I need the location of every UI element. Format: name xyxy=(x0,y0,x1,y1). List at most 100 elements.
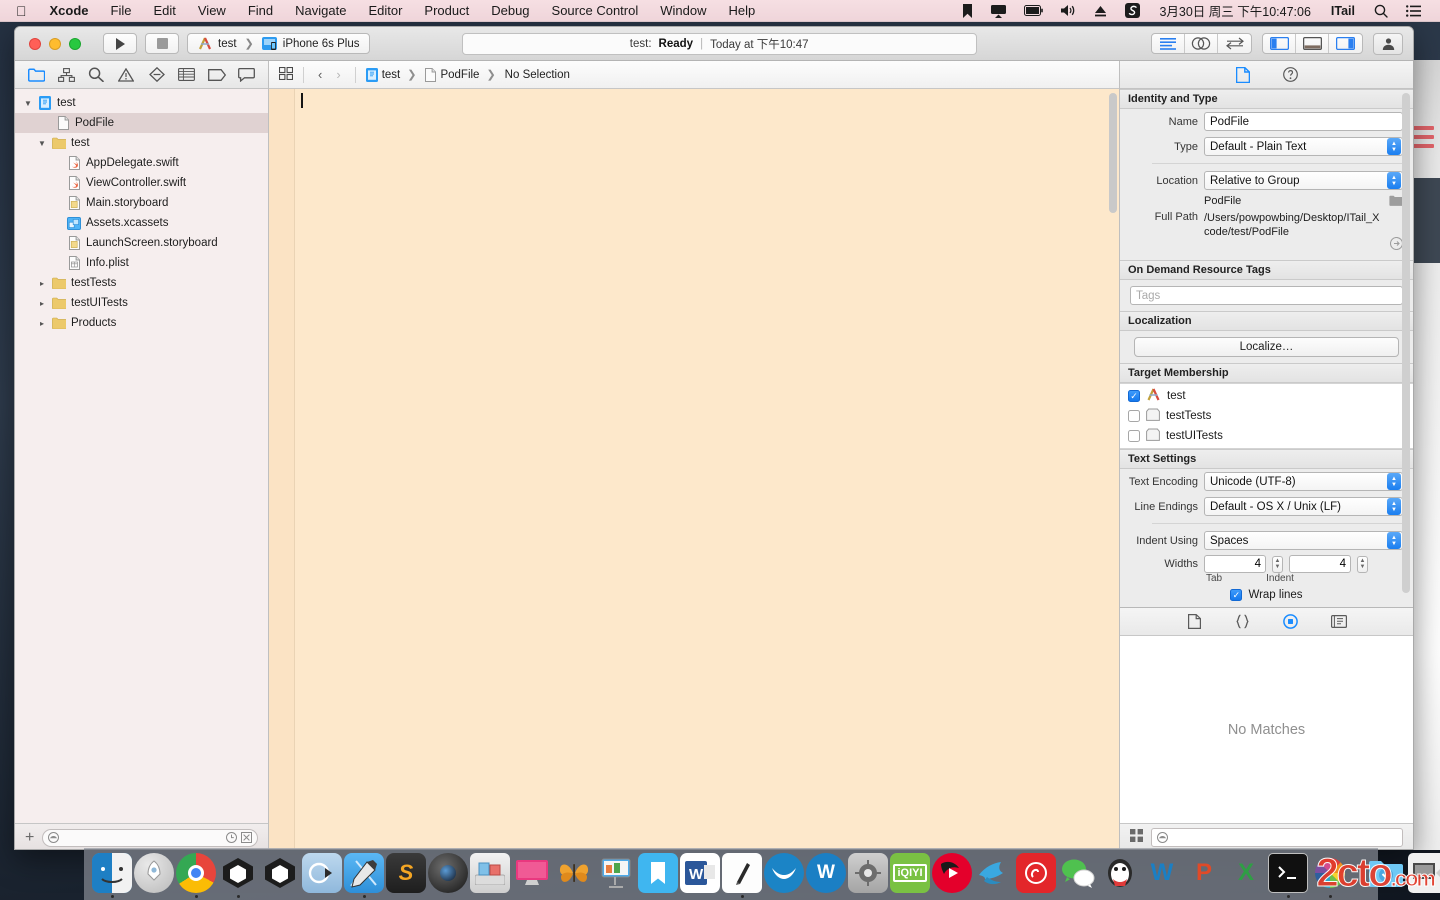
media-library-tab[interactable] xyxy=(1328,612,1350,632)
dock-item-monodevelop[interactable] xyxy=(302,852,342,898)
dock-item-launchpad[interactable] xyxy=(134,852,174,898)
field-wrap-lines[interactable]: ✓ Wrap lines xyxy=(1120,584,1413,607)
choose-folder-icon[interactable] xyxy=(1389,194,1403,209)
menu-item-view[interactable]: View xyxy=(187,3,237,18)
target-checkbox[interactable]: ✓ xyxy=(1128,390,1140,402)
quick-help-inspector-tab[interactable] xyxy=(1280,65,1302,85)
dock-item-finder[interactable] xyxy=(92,852,132,898)
menu-item-product[interactable]: Product xyxy=(413,3,480,18)
library-filter-field[interactable] xyxy=(1151,828,1403,847)
line-endings-popup[interactable]: Default - OS X / Unix (LF) ▲▼ xyxy=(1204,497,1403,516)
tree-row-group-test[interactable]: ▼ test xyxy=(15,133,268,153)
editor-vertical-scrollbar[interactable] xyxy=(1109,93,1117,213)
indent-using-popup[interactable]: Spaces ▲▼ xyxy=(1204,531,1403,550)
indent-width-input[interactable]: 4 xyxy=(1289,555,1351,573)
menu-item-debug[interactable]: Debug xyxy=(480,3,540,18)
stop-button[interactable] xyxy=(145,33,179,54)
editor-text-area[interactable] xyxy=(295,89,1119,850)
editor-gutter[interactable] xyxy=(269,89,295,850)
dock-item-keynote[interactable] xyxy=(596,852,636,898)
disclosure-triangle-icon[interactable]: ▼ xyxy=(23,99,33,108)
dock-item-wps-spreadsheet[interactable]: X xyxy=(1226,852,1266,898)
dock-item-unity-2[interactable] xyxy=(260,852,300,898)
account-icon[interactable] xyxy=(1373,33,1403,55)
tree-row-podfile[interactable]: ▸ PodFile xyxy=(15,113,268,133)
report-navigator-tab[interactable] xyxy=(235,65,259,85)
type-popup[interactable]: Default - Plain Text ▲▼ xyxy=(1204,137,1403,156)
airplay-icon[interactable] xyxy=(982,4,1015,18)
dock-item-camera[interactable] xyxy=(428,852,468,898)
menu-item-editor[interactable]: Editor xyxy=(357,3,413,18)
target-row-testuitests[interactable]: testUITests xyxy=(1120,426,1413,446)
related-items-icon[interactable] xyxy=(279,67,293,83)
menu-item-source-control[interactable]: Source Control xyxy=(541,3,650,18)
dock-item-google-chrome[interactable] xyxy=(176,852,216,898)
source-editor[interactable] xyxy=(269,89,1119,850)
dock-item-openoffice[interactable] xyxy=(764,852,804,898)
name-input[interactable]: PodFile xyxy=(1204,112,1403,131)
file-template-library-tab[interactable] xyxy=(1184,612,1206,632)
tags-input[interactable]: Tags xyxy=(1130,286,1403,305)
tree-row-products[interactable]: ▸ Products xyxy=(15,313,268,333)
battery-icon[interactable] xyxy=(1015,5,1052,16)
standard-editor-icon[interactable] xyxy=(1152,34,1185,53)
file-inspector-tab[interactable] xyxy=(1232,65,1254,85)
tree-row-viewcontroller[interactable]: ViewController.swift xyxy=(15,173,268,193)
dock-item-thunderbird[interactable] xyxy=(974,852,1014,898)
close-button[interactable] xyxy=(29,38,41,50)
dock-item-wps-writer[interactable]: W xyxy=(806,852,846,898)
wrap-lines-checkbox[interactable]: ✓ xyxy=(1230,589,1242,601)
tree-row-launchscreen[interactable]: LaunchScreen.storyboard xyxy=(15,233,268,253)
tree-row-infoplist[interactable]: Info.plist xyxy=(15,253,268,273)
indent-width-stepper[interactable]: ▲▼ xyxy=(1357,556,1368,573)
project-navigator-tab[interactable] xyxy=(24,65,48,85)
target-checkbox[interactable] xyxy=(1128,410,1140,422)
tree-row-testuitests[interactable]: ▸ testUITests xyxy=(15,293,268,313)
dock-item-youku[interactable] xyxy=(932,852,972,898)
notification-center-icon[interactable] xyxy=(1397,5,1430,17)
assistant-editor-icon[interactable] xyxy=(1185,34,1218,53)
scheme-selector[interactable]: test ❯ iPhone 6s Plus xyxy=(187,33,370,54)
tab-width-stepper[interactable]: ▲▼ xyxy=(1272,556,1283,573)
code-snippet-library-tab[interactable] xyxy=(1232,612,1254,632)
navigator-toggle-icon[interactable] xyxy=(1263,34,1296,53)
grid-view-icon[interactable] xyxy=(1130,829,1143,847)
dock-item-butterfly[interactable] xyxy=(554,852,594,898)
volume-icon[interactable] xyxy=(1052,4,1085,17)
debug-area-toggle-icon[interactable] xyxy=(1296,34,1329,53)
target-row-testtests[interactable]: testTests xyxy=(1120,406,1413,426)
bookmark-icon[interactable] xyxy=(953,4,982,18)
utilities-toggle-icon[interactable] xyxy=(1329,34,1362,53)
dock-item-qq[interactable] xyxy=(1100,852,1140,898)
tree-row-project[interactable]: ▼ test xyxy=(15,93,268,113)
inspector-scrollbar[interactable] xyxy=(1402,93,1410,593)
menu-bar-user[interactable]: ITail xyxy=(1321,4,1365,18)
breadcrumb-selection[interactable]: No Selection xyxy=(505,69,570,81)
eject-icon[interactable] xyxy=(1085,5,1116,17)
menu-item-find[interactable]: Find xyxy=(237,3,284,18)
tree-row-assets[interactable]: Assets.xcassets xyxy=(15,213,268,233)
dock-item-photos[interactable] xyxy=(470,852,510,898)
dock-item-terminal[interactable] xyxy=(1268,852,1308,898)
disclosure-triangle-icon[interactable]: ▸ xyxy=(37,319,47,328)
text-encoding-popup[interactable]: Unicode (UTF-8) ▲▼ xyxy=(1204,472,1403,491)
menu-item-help[interactable]: Help xyxy=(718,3,767,18)
dock-item-microsoft-word[interactable]: W xyxy=(680,852,720,898)
add-file-button[interactable]: + xyxy=(25,830,34,846)
tree-row-appdelegate[interactable]: AppDelegate.swift xyxy=(15,153,268,173)
find-navigator-tab[interactable] xyxy=(84,65,108,85)
dock-item-unity[interactable] xyxy=(218,852,258,898)
forward-button[interactable]: › xyxy=(332,67,344,82)
menu-item-xcode[interactable]: Xcode xyxy=(39,3,100,18)
tab-width-input[interactable]: 4 xyxy=(1204,555,1266,573)
menu-item-edit[interactable]: Edit xyxy=(142,3,186,18)
localize-button[interactable]: Localize… xyxy=(1134,337,1399,357)
dock-item-wps-writer-2[interactable]: W xyxy=(1142,852,1182,898)
target-checkbox[interactable] xyxy=(1128,430,1140,442)
dock-item-display[interactable] xyxy=(512,852,552,898)
back-button[interactable]: ‹ xyxy=(314,67,326,82)
menu-bar-clock[interactable]: 3月30日 周三 下午10:47:06 xyxy=(1149,1,1320,20)
apple-logo-icon[interactable]:  xyxy=(0,4,39,18)
library-filter-input[interactable] xyxy=(1172,832,1397,844)
disclosure-triangle-icon[interactable]: ▸ xyxy=(37,279,47,288)
